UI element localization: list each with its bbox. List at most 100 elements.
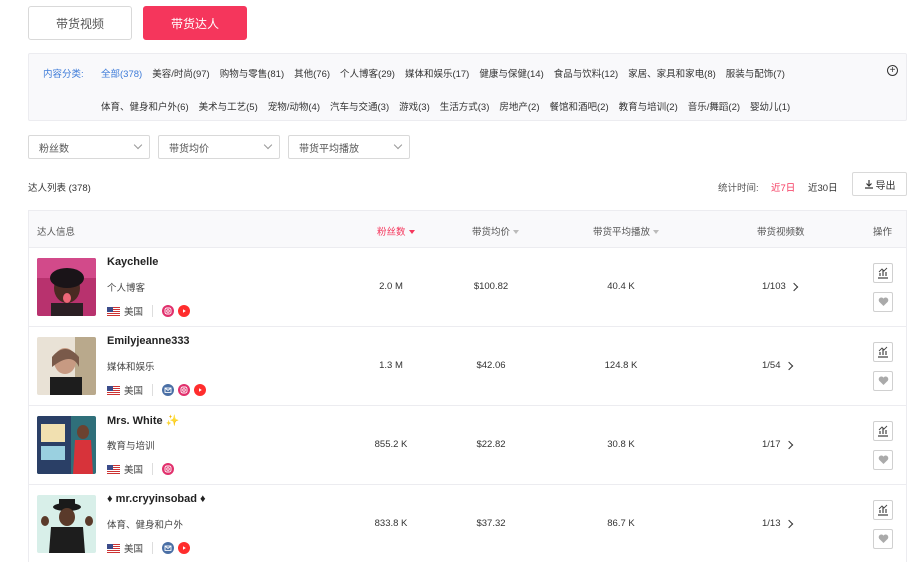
- category-item[interactable]: 健康与保健(14): [479, 66, 543, 80]
- category-item[interactable]: 房地产(2): [499, 99, 539, 113]
- avatar: [37, 337, 96, 395]
- instagram-icon[interactable]: [162, 463, 175, 475]
- table-row[interactable]: ♦ mr.cryyinsobad ♦ 体育、健身和户外 美国 833.8 K $…: [29, 485, 906, 562]
- followers-dropdown[interactable]: 粉丝数: [28, 135, 150, 159]
- category-item[interactable]: 体育、健身和户外(6): [101, 99, 189, 113]
- creator-meta: 美国: [107, 541, 194, 555]
- category-item[interactable]: 宠物/动物(4): [268, 99, 320, 113]
- email-icon[interactable]: [162, 542, 175, 554]
- header-info: 达人信息: [37, 227, 76, 238]
- avg-price-value: $100.82: [473, 281, 509, 292]
- period-30-days[interactable]: 近30日: [808, 180, 838, 194]
- category-item[interactable]: 美容/时尚(97): [152, 66, 210, 80]
- us-flag-icon: [107, 543, 120, 553]
- category-item[interactable]: 全部(378): [101, 66, 142, 80]
- chevron-right-icon: [784, 440, 793, 449]
- divider: [152, 463, 154, 475]
- analytics-button[interactable]: [873, 421, 893, 441]
- table-row[interactable]: Kaychelle 个人博客 美国 2.0 M $100.82 40.4 K 1…: [29, 248, 906, 327]
- category-item[interactable]: 其他(76): [294, 66, 330, 80]
- creator-list-count: 达人列表 (378): [28, 183, 91, 194]
- avatar: [37, 258, 96, 316]
- creator-name[interactable]: ♦ mr.cryyinsobad ♦: [107, 493, 206, 505]
- header-avg-views[interactable]: 带货平均播放: [593, 224, 660, 238]
- video-count-link[interactable]: 1/13: [762, 518, 793, 529]
- video-count-value: 1/54: [762, 360, 781, 371]
- category-item[interactable]: 教育与培训(2): [619, 99, 678, 113]
- avatar: [37, 416, 96, 474]
- video-count-link[interactable]: 1/54: [762, 360, 793, 371]
- tab-video[interactable]: 带货视频: [28, 6, 132, 40]
- creator-name[interactable]: Mrs. White ✨: [107, 414, 179, 427]
- creator-country: 美国: [124, 465, 144, 476]
- creator-country: 美国: [124, 386, 144, 397]
- video-count-value: 1/103: [762, 281, 786, 292]
- header-avg-price-label: 带货均价: [472, 227, 511, 238]
- followers-dropdown-label: 粉丝数: [39, 143, 69, 155]
- favorite-button[interactable]: [873, 292, 893, 312]
- creator-meta: 美国: [107, 304, 194, 318]
- analytics-button[interactable]: [873, 342, 893, 362]
- creator-name[interactable]: Emilyjeanne333: [107, 335, 190, 347]
- category-item[interactable]: 媒体和娱乐(17): [405, 66, 469, 80]
- category-item[interactable]: 购物与零售(81): [220, 66, 284, 80]
- us-flag-icon: [107, 464, 120, 474]
- followers-value: 1.3 M: [379, 360, 403, 371]
- period-7-days[interactable]: 近7日: [771, 180, 795, 194]
- expand-plus-icon[interactable]: +: [887, 65, 898, 76]
- category-item[interactable]: 游戏(3): [399, 99, 430, 113]
- avatar: [37, 495, 96, 553]
- avg-price-dropdown[interactable]: 带货均价: [158, 135, 280, 159]
- avg-views-dropdown[interactable]: 带货平均播放: [288, 135, 410, 159]
- table-row[interactable]: Emilyjeanne333 媒体和娱乐 美国 1.3 M $42.06 124…: [29, 327, 906, 406]
- favorite-button[interactable]: [873, 450, 893, 470]
- creator-category: 教育与培训: [107, 441, 155, 452]
- category-item[interactable]: 个人博客(29): [340, 66, 395, 80]
- favorite-button[interactable]: [873, 529, 893, 549]
- heart-icon: [878, 297, 888, 306]
- header-video-count: 带货视频数: [757, 227, 805, 238]
- category-item[interactable]: 餐馆和酒吧(2): [550, 99, 609, 113]
- header-actions: 操作: [873, 227, 893, 238]
- export-label: 导出: [875, 180, 896, 192]
- tab-creator[interactable]: 带货达人: [143, 6, 247, 40]
- chevron-down-icon: [133, 140, 143, 150]
- analytics-button[interactable]: [873, 500, 893, 520]
- creator-name[interactable]: Kaychelle: [107, 256, 158, 268]
- avg-price-value: $22.82: [476, 439, 506, 450]
- youtube-icon[interactable]: [178, 305, 191, 317]
- category-item[interactable]: 音乐/舞蹈(2): [688, 99, 740, 113]
- header-avg-views-label: 带货平均播放: [593, 227, 651, 238]
- table-row[interactable]: Mrs. White ✨ 教育与培训 美国 855.2 K $22.82 30.…: [29, 406, 906, 485]
- chart-icon: [878, 425, 888, 437]
- youtube-icon[interactable]: [194, 384, 207, 396]
- creator-category: 个人博客: [107, 283, 146, 294]
- avg-price-dropdown-label: 带货均价: [169, 143, 209, 155]
- export-button[interactable]: 导出: [852, 172, 907, 196]
- category-item[interactable]: 食品与饮料(12): [554, 66, 618, 80]
- category-item[interactable]: 家居、家具和家电(8): [628, 66, 716, 80]
- category-item[interactable]: 服装与配饰(7): [726, 66, 785, 80]
- favorite-button[interactable]: [873, 371, 893, 391]
- instagram-icon[interactable]: [162, 305, 175, 317]
- category-item[interactable]: 婴幼儿(1): [750, 99, 790, 113]
- chevron-down-icon: [393, 140, 403, 150]
- creator-country: 美国: [124, 544, 144, 555]
- youtube-icon[interactable]: [178, 542, 191, 554]
- video-count-link[interactable]: 1/17: [762, 439, 793, 450]
- header-avg-price[interactable]: 带货均价: [472, 224, 520, 238]
- chevron-down-icon: [263, 140, 273, 150]
- analytics-button[interactable]: [873, 263, 893, 283]
- category-item[interactable]: 生活方式(3): [440, 99, 490, 113]
- sort-icon: [513, 230, 520, 235]
- category-row-1: 全部(378) 美容/时尚(97) 购物与零售(81) 其他(76) 个人博客(…: [101, 66, 795, 80]
- category-item[interactable]: 汽车与交通(3): [330, 99, 389, 113]
- video-count-value: 1/17: [762, 439, 781, 450]
- category-item[interactable]: 美术与工艺(5): [199, 99, 258, 113]
- avg-price-value: $42.06: [476, 360, 506, 371]
- instagram-icon[interactable]: [178, 384, 191, 396]
- video-count-link[interactable]: 1/103: [762, 281, 799, 292]
- heart-icon: [878, 534, 888, 543]
- email-icon[interactable]: [162, 384, 175, 396]
- header-followers[interactable]: 粉丝数: [377, 224, 415, 238]
